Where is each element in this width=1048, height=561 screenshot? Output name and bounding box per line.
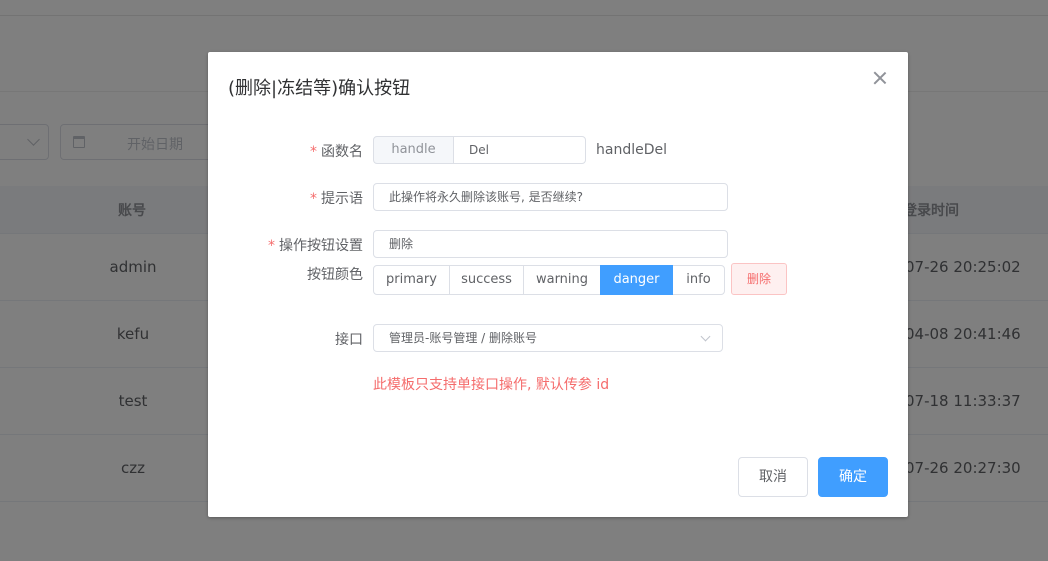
prompt-label: * 提示语 bbox=[208, 188, 363, 208]
function-name-label-text: 函数名 bbox=[321, 144, 363, 160]
function-full-name: handleDel bbox=[596, 142, 667, 158]
close-icon[interactable] bbox=[872, 70, 888, 86]
chevron-down-icon bbox=[700, 331, 711, 342]
color-option-danger[interactable]: danger bbox=[600, 265, 673, 295]
required-mark: * bbox=[310, 191, 317, 207]
button-color-group: primary success warning danger info bbox=[373, 265, 725, 295]
function-name-label: * 函数名 bbox=[208, 141, 363, 161]
hint-text: 此模板只支持单接口操作, 默认传参 id bbox=[373, 377, 610, 393]
color-option-success[interactable]: success bbox=[449, 265, 524, 295]
color-option-warning[interactable]: warning bbox=[523, 265, 601, 295]
prompt-label-text: 提示语 bbox=[321, 191, 363, 207]
api-select-value: 管理员-账号管理 / 删除账号 bbox=[389, 331, 538, 345]
action-button-input[interactable]: 删除 bbox=[373, 230, 728, 258]
preview-delete-button[interactable]: 删除 bbox=[731, 263, 787, 295]
prompt-input[interactable]: 此操作将永久删除该账号, 是否继续? bbox=[373, 183, 728, 211]
dialog-title: (删除|冻结等)确认按钮 bbox=[228, 78, 411, 99]
color-option-info[interactable]: info bbox=[672, 265, 725, 295]
api-select[interactable]: 管理员-账号管理 / 删除账号 bbox=[373, 324, 723, 352]
function-name-input[interactable]: Del bbox=[453, 136, 586, 164]
color-option-primary[interactable]: primary bbox=[373, 265, 450, 295]
confirm-button-dialog: (删除|冻结等)确认按钮 * 函数名 handle Del handleDel *… bbox=[208, 52, 908, 517]
confirm-button[interactable]: 确定 bbox=[818, 457, 888, 497]
action-button-label: * 操作按钮设置 bbox=[208, 235, 363, 255]
action-button-label-text: 操作按钮设置 bbox=[279, 238, 363, 254]
required-mark: * bbox=[268, 238, 275, 254]
required-mark: * bbox=[310, 144, 317, 160]
api-label: 接口 bbox=[335, 332, 363, 348]
button-color-label: 按钮颜色 bbox=[307, 267, 363, 283]
cancel-button[interactable]: 取消 bbox=[738, 457, 808, 497]
function-prefix: handle bbox=[373, 136, 454, 164]
